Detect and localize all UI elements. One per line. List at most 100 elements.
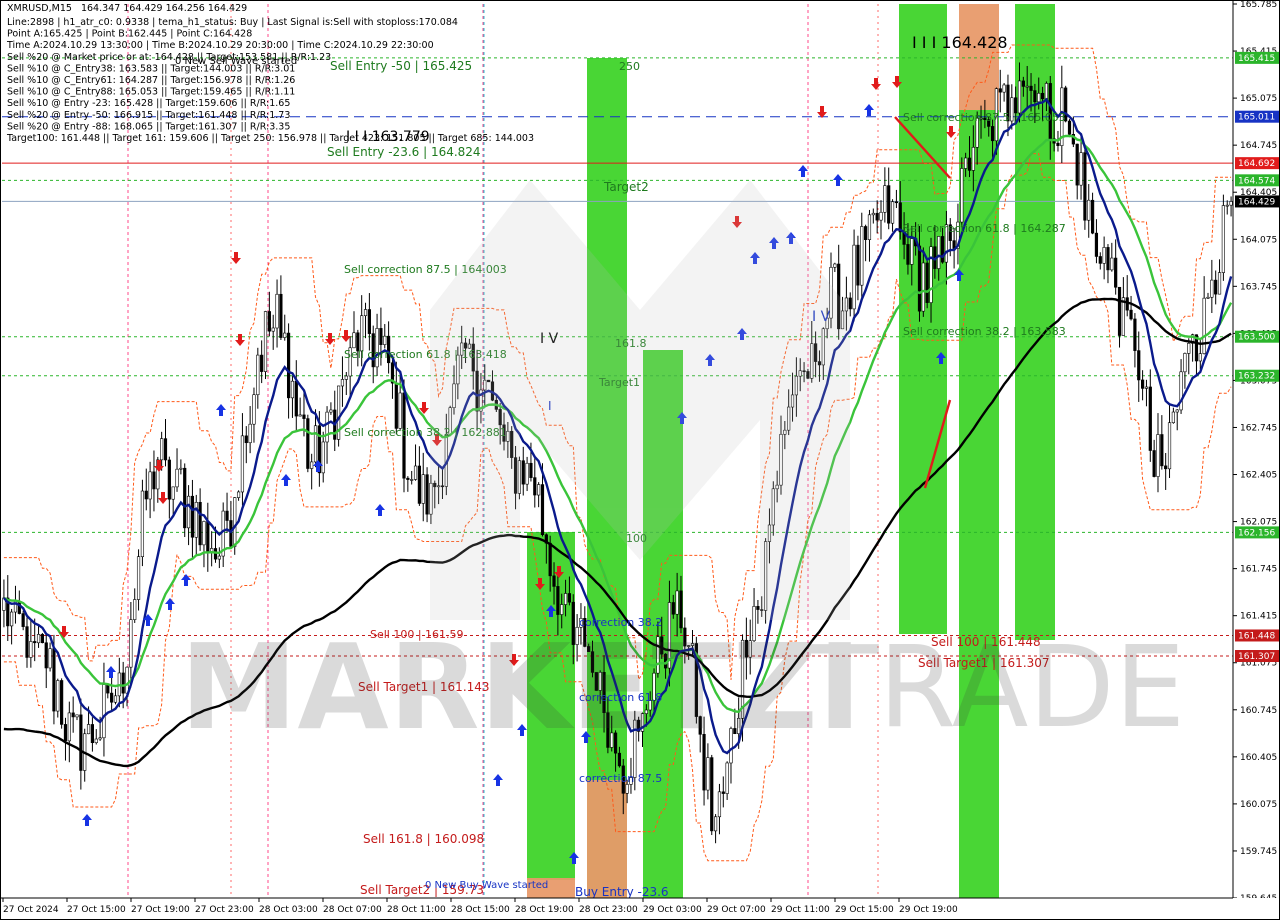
candle-body bbox=[1133, 318, 1137, 351]
candle-body bbox=[148, 471, 152, 500]
candle-body bbox=[283, 332, 287, 338]
candle-body bbox=[394, 382, 398, 429]
candle-body bbox=[286, 332, 291, 399]
info-line: Sell %10 @ C_Entry61: 164.287 || Target:… bbox=[7, 75, 295, 86]
price-tick-label: 162.075 bbox=[1240, 518, 1277, 528]
candle-body bbox=[206, 521, 210, 554]
time-tick-label: 29 Oct 11:00 bbox=[771, 905, 830, 915]
candle-body bbox=[533, 477, 537, 496]
candle-body bbox=[894, 201, 898, 204]
candle-body bbox=[1225, 204, 1229, 207]
candle-body bbox=[929, 246, 933, 303]
candle-body bbox=[90, 724, 95, 744]
candle-body bbox=[121, 672, 125, 694]
candle-body bbox=[252, 394, 256, 425]
candle-body bbox=[990, 126, 995, 142]
candle-body bbox=[1083, 152, 1087, 221]
candle-body bbox=[1117, 286, 1122, 336]
candle-body bbox=[1229, 201, 1233, 206]
level-label: Sell correction 61.8 | 164.287 bbox=[903, 222, 1066, 235]
candle-body bbox=[717, 791, 722, 818]
candle-body bbox=[302, 414, 306, 419]
level-label: Buy Entry -23.6 bbox=[575, 885, 669, 899]
ohlc-values: 164.347 164.429 164.256 164.429 bbox=[80, 3, 248, 14]
candle-body bbox=[971, 146, 975, 171]
candle-body bbox=[1140, 379, 1145, 389]
candle-body bbox=[906, 244, 910, 265]
candle-body bbox=[1198, 353, 1202, 362]
candle-body bbox=[567, 593, 572, 603]
candle-body bbox=[163, 438, 168, 461]
price-box-label: 161.448 bbox=[1238, 631, 1275, 641]
candle-body bbox=[275, 293, 279, 329]
candle-body bbox=[363, 309, 368, 317]
price-axis-bg bbox=[1233, 0, 1280, 920]
candle-body bbox=[25, 626, 29, 658]
candle-body bbox=[329, 409, 333, 413]
candle-body bbox=[102, 684, 106, 739]
price-tick-label: 159.745 bbox=[1240, 847, 1277, 857]
candle-body bbox=[560, 604, 564, 615]
level-label: Sell Entry -23.6 | 164.824 bbox=[327, 145, 481, 159]
candle-body bbox=[248, 423, 252, 444]
candle-body bbox=[940, 236, 945, 263]
info-line: Sell %10 @ C_Entry38: 163.583 || Target:… bbox=[7, 63, 295, 74]
info-line: Time A:2024.10.29 13:30:00 | Time B:2024… bbox=[6, 40, 434, 51]
candle-body bbox=[1152, 450, 1156, 477]
candle-body bbox=[190, 495, 195, 538]
candle-body bbox=[1017, 80, 1022, 114]
candle-body bbox=[867, 214, 872, 240]
candle-body bbox=[525, 462, 529, 485]
candle-body bbox=[171, 486, 175, 500]
candle-body bbox=[179, 467, 183, 470]
candle-body bbox=[521, 460, 525, 485]
candle-body bbox=[340, 379, 345, 387]
price-box-label: 165.011 bbox=[1238, 113, 1275, 123]
candle-body bbox=[183, 467, 187, 529]
price-tick-label: 160.405 bbox=[1240, 753, 1277, 763]
candle-body bbox=[106, 684, 110, 694]
candle-body bbox=[1202, 297, 1206, 354]
candle-body bbox=[33, 641, 37, 644]
candle-body bbox=[871, 212, 875, 216]
time-axis: 27 Oct 2024 27 Oct 15:00 27 Oct 19:00 27 Oc… bbox=[0, 897, 1280, 920]
candle-body bbox=[1175, 409, 1179, 413]
info-line: Sell %20 @ Entry -88: 168.065 || Target:… bbox=[7, 121, 290, 132]
candle-body bbox=[833, 263, 837, 268]
candle-body bbox=[160, 438, 164, 461]
time-tick-label: 29 Oct 03:00 bbox=[643, 905, 702, 915]
price-tick-label: 165.785 bbox=[1240, 0, 1277, 10]
candle-body bbox=[217, 555, 221, 560]
candle-body bbox=[56, 680, 60, 712]
price-chart[interactable]: Sell Entry -50 | 165.425I I I 163.779Sel… bbox=[0, 0, 1280, 920]
candle-body bbox=[1067, 120, 1072, 135]
price-box-label: 165.415 bbox=[1238, 54, 1275, 64]
candle-body bbox=[552, 575, 556, 587]
candle-body bbox=[75, 714, 79, 718]
candle-body bbox=[879, 211, 883, 221]
candle-body bbox=[1098, 256, 1102, 264]
watermark-left: MARKETZI bbox=[180, 618, 862, 756]
candle-body bbox=[144, 490, 148, 500]
candle-body bbox=[1137, 350, 1141, 381]
candle-body bbox=[79, 714, 83, 771]
candle-body bbox=[290, 380, 295, 399]
candle-body bbox=[344, 375, 348, 380]
candle-body bbox=[10, 611, 14, 627]
level-label: Sell correction 87.5 | 165.053 bbox=[903, 111, 1066, 124]
candle-body bbox=[133, 599, 137, 620]
candle-body bbox=[379, 328, 383, 345]
price-tick-label: 162.405 bbox=[1240, 471, 1277, 481]
price-axis: 165.785165.415165.075164.745164.405164.0… bbox=[1232, 0, 1280, 920]
candle-body bbox=[383, 335, 387, 345]
candle-body bbox=[710, 757, 714, 832]
time-tick-label: 28 Oct 11:00 bbox=[387, 905, 446, 915]
price-tick-label: 160.075 bbox=[1240, 800, 1277, 810]
candle-body bbox=[960, 168, 964, 223]
level-label: Target2 bbox=[603, 180, 649, 194]
watermark-right: TRADE bbox=[809, 623, 1185, 753]
candle-body bbox=[244, 435, 248, 444]
candle-body bbox=[60, 680, 64, 725]
candle-body bbox=[1029, 85, 1033, 91]
candle-body bbox=[360, 315, 364, 352]
